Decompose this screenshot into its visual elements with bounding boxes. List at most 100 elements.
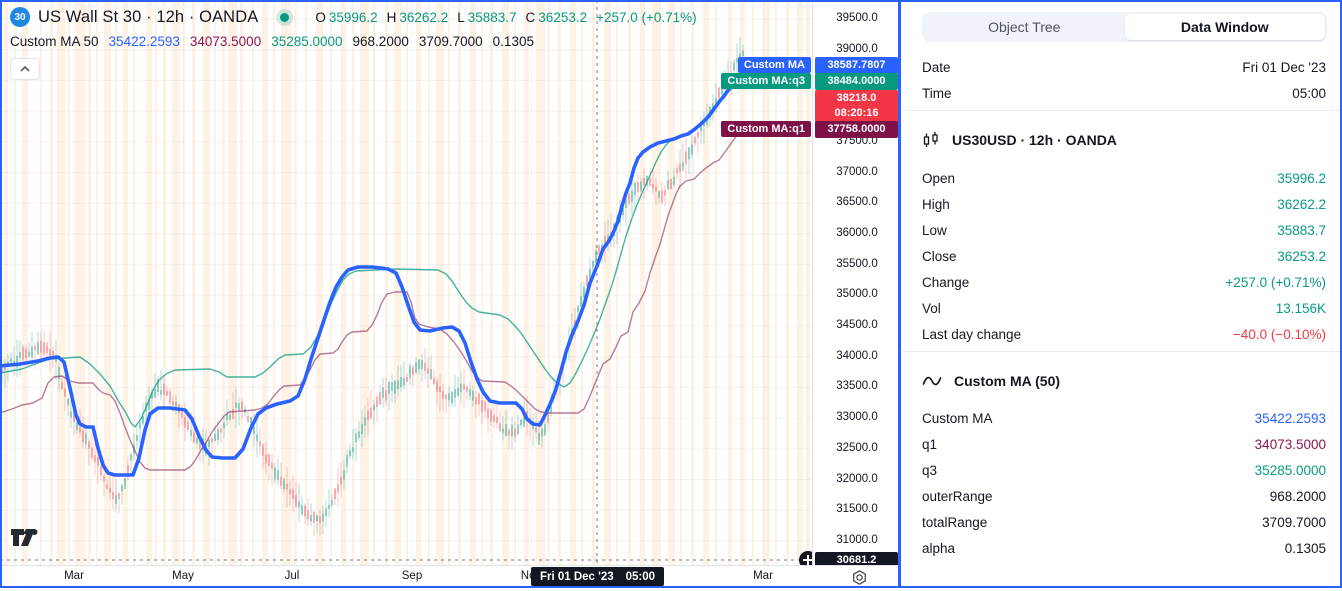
data-row-label: Open (922, 171, 955, 186)
ohlc-key: O (315, 10, 326, 25)
time-axis[interactable]: MarMayJulSepNovMar Fri 01 Dec '23 05:00 (0, 565, 900, 589)
time-tick-label: Jul (285, 570, 300, 582)
tab-data-window[interactable]: Data Window (1125, 14, 1326, 40)
data-row-label: Change (922, 275, 969, 290)
indicator-values: 35422.2593 34073.5000 35285.0000 968.2000 37… (109, 34, 534, 49)
market-status-icon (280, 13, 289, 22)
data-row-label: Vol (922, 301, 941, 316)
symbol-title[interactable]: US Wall St 30 · 12h · OANDA (38, 8, 258, 27)
crosshair-time: 05:00 (626, 571, 655, 583)
data-row-value: 0.1305 (1285, 541, 1326, 556)
indicator-rows: Custom MA 35422.2593 q1 34073.5000 q335285.0… (902, 405, 1340, 561)
chevron-up-icon (20, 66, 30, 72)
price-tick-label: 32500.0 (813, 442, 901, 454)
price-axis[interactable]: 39500.039000.038500.038000.037500.037000… (812, 0, 901, 565)
tradingview-app: 30 US Wall St 30 · 12h · OANDA O35996.2 H… (0, 0, 1342, 588)
data-row: High 36262.2 (902, 191, 1340, 217)
data-row: Custom MA 35422.2593 (902, 405, 1340, 431)
indicator-title[interactable]: Custom MA 50 (10, 34, 99, 49)
data-row: alpha0.1305 (902, 535, 1340, 561)
price-label: 38587.7807 (815, 57, 898, 74)
data-row-value: 13.156K (1276, 301, 1326, 316)
chart-pane[interactable]: 30 US Wall St 30 · 12h · OANDA O35996.2 H… (0, 0, 812, 565)
change-value: +257.0 (+0.71%) (596, 10, 697, 25)
price-tick-label: 36000.0 (813, 227, 901, 239)
tab-object-tree[interactable]: Object Tree (924, 14, 1125, 40)
indicator-section-header: Custom MA (50) (922, 368, 1326, 394)
time-tick-label: May (172, 570, 194, 582)
data-row-label: Custom MA (922, 411, 993, 426)
pane-divider[interactable] (898, 0, 901, 588)
datetime-rows: DateFri 01 Dec '23Time05:00 (902, 54, 1340, 106)
price-tick-label: 31000.0 (813, 534, 901, 546)
data-row: Change +257.0 (+0.71%) (902, 269, 1340, 295)
chart-legend: 30 US Wall St 30 · 12h · OANDA O35996.2 H… (10, 5, 697, 80)
data-row: outerRange968.2000 (902, 483, 1340, 509)
data-row: Time 05:00 (902, 80, 1340, 106)
price-tick-label: 35000.0 (813, 288, 901, 300)
data-row-label: High (922, 197, 950, 212)
data-row-value: 3709.7000 (1262, 515, 1326, 530)
series-tag: Custom MA:q1 (721, 121, 811, 137)
data-row-label: totalRange (922, 515, 987, 530)
data-row-value: +257.0 (+0.71%) (1225, 275, 1326, 290)
indicator-value: 3709.7000 (419, 34, 483, 49)
data-row: Close 36253.2 (902, 243, 1340, 269)
data-row: Vol 13.156K (902, 295, 1340, 321)
data-row-value: 36253.2 (1277, 249, 1326, 264)
symbol-logo: 30 (10, 7, 30, 27)
price-tick-label: 31500.0 (813, 503, 901, 515)
symbol-header-row: 30 US Wall St 30 · 12h · OANDA O35996.2 H… (10, 5, 697, 29)
series-tag: Custom MA:q3 (721, 73, 811, 89)
ohlc-value: 35996.2 (329, 10, 378, 25)
data-row-value: Fri 01 Dec '23 (1242, 60, 1326, 75)
indicator-value: 35422.2593 (109, 34, 180, 49)
time-tick-label: Sep (402, 570, 422, 582)
data-row-label: Close (922, 249, 957, 264)
symbol-rows: Open35996.2High36262.2Low35883.7Close362… (902, 165, 1340, 347)
crosshair-date: Fri 01 Dec '23 (540, 571, 614, 583)
crosshair-time-label: Fri 01 Dec '23 05:00 (531, 567, 664, 586)
price-tick-label: 39000.0 (813, 43, 901, 55)
panel-divider (902, 351, 1340, 352)
data-row-value: 35883.7 (1277, 223, 1326, 238)
price-tick-label: 32000.0 (813, 473, 901, 485)
price-tick-label: 34000.0 (813, 350, 901, 362)
indicator-value: 0.1305 (493, 34, 534, 49)
ohlc-value: 36253.2 (538, 10, 587, 25)
data-row-label: q1 (922, 437, 937, 452)
collapse-legend-button[interactable] (10, 58, 40, 80)
data-row-label: Time (922, 86, 952, 101)
data-row-value: −40.0 (−0.10%) (1233, 327, 1326, 342)
ohlc-key: L (457, 10, 465, 25)
wave-icon (922, 374, 942, 388)
data-row-value: 34073.5000 (1255, 437, 1326, 452)
symbol-section-title: US30USD · 12h · OANDA (952, 132, 1117, 148)
data-row: q335285.0000 (902, 457, 1340, 483)
chart-canvas[interactable] (0, 0, 812, 565)
price-tick-label: 33000.0 (813, 411, 901, 423)
ohlc-value: 36262.2 (399, 10, 448, 25)
data-row-value: 36262.2 (1277, 197, 1326, 212)
price-label: 38218.008:20:16 (815, 90, 898, 123)
data-row-value: 35422.2593 (1255, 411, 1326, 426)
data-row-value: 05:00 (1292, 86, 1326, 101)
ohlc-values: O35996.2H36262.2L35883.7C36253.2 (315, 10, 587, 25)
indicator-value: 35285.0000 (271, 34, 342, 49)
time-tick-label: Mar (753, 570, 773, 582)
indicator-legend-row: Custom MA 50 35422.2593 34073.5000 35285.0… (10, 31, 697, 52)
ohlc-value: 35883.7 (468, 10, 517, 25)
price-tick-label: 33500.0 (813, 380, 901, 392)
indicator-value: 968.2000 (353, 34, 409, 49)
price-tick-label: 37000.0 (813, 166, 901, 178)
price-label: 38484.0000 (815, 73, 898, 90)
price-label: 37758.0000 (815, 121, 898, 138)
indicator-value: 34073.5000 (190, 34, 261, 49)
data-window-panel: Object Tree Data Window DateFri 01 Dec '… (902, 0, 1340, 588)
ohlc-key: H (387, 10, 397, 25)
data-row: totalRange 3709.7000 (902, 509, 1340, 535)
data-row: Last day change−40.0 (−0.10%) (902, 321, 1340, 347)
candlestick-icon (922, 131, 940, 149)
data-row-label: outerRange (922, 489, 993, 504)
add-alert-plus-button[interactable] (799, 551, 812, 565)
